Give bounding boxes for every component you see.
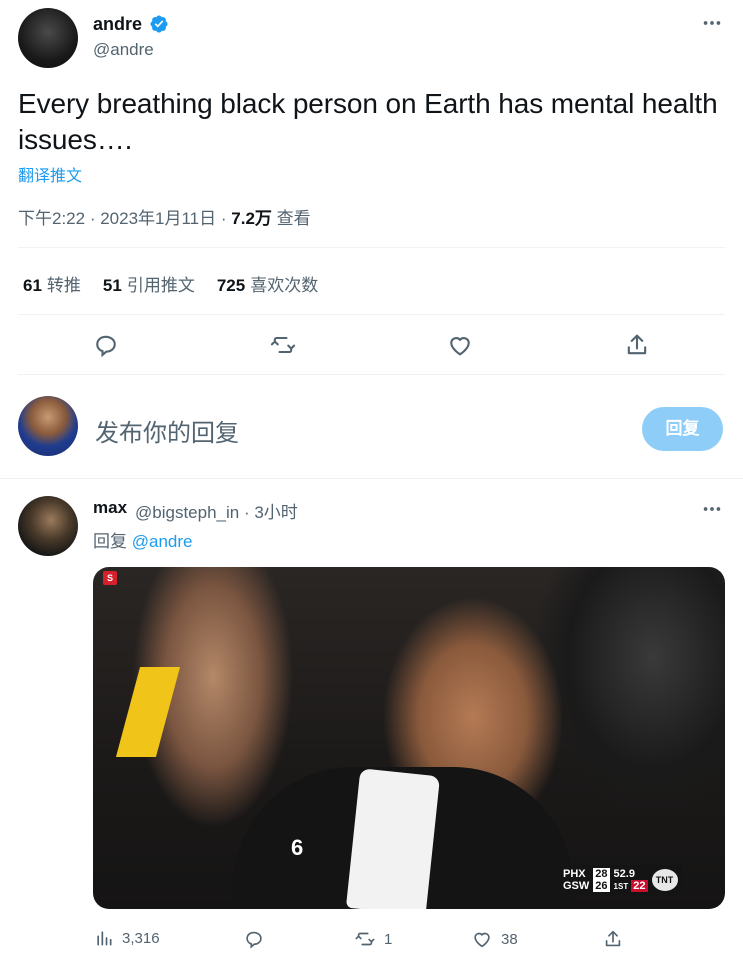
- author-handle[interactable]: @andre: [93, 40, 154, 60]
- reply-author-meta: @bigsteph_in · 3小时: [135, 503, 298, 522]
- tweet-meta: 下午2:22 · 2023年1月11日 · 7.2万 查看: [18, 209, 311, 228]
- share-action[interactable]: [602, 928, 624, 950]
- likes-stat[interactable]: 725 喜欢次数: [217, 271, 318, 296]
- image-detail: [345, 768, 441, 909]
- retweet-action[interactable]: 1: [354, 928, 392, 950]
- retweet-icon: [354, 928, 376, 950]
- channel-badge: S: [103, 571, 117, 585]
- views-action[interactable]: 3,316: [94, 928, 160, 948]
- author-display-name[interactable]: andre: [93, 14, 142, 35]
- tweet-time[interactable]: 下午2:22: [18, 209, 85, 228]
- reply-button[interactable]: 回复: [642, 407, 723, 451]
- more-options-icon[interactable]: [701, 498, 723, 520]
- divider: [18, 247, 725, 248]
- reply-author-avatar[interactable]: [18, 496, 78, 556]
- reply-icon[interactable]: [92, 331, 120, 359]
- verified-badge-icon: [149, 14, 169, 34]
- retweet-icon[interactable]: [269, 331, 297, 359]
- score2: 26: [595, 880, 608, 892]
- views-label: 查看: [276, 209, 311, 228]
- divider: [18, 374, 725, 375]
- reply-media-image[interactable]: 6 S PHX GSW 28 26 52.9 1ST 22 TNT: [93, 567, 725, 909]
- like-count: 38: [501, 930, 518, 948]
- reply-action[interactable]: [243, 928, 273, 950]
- like-action[interactable]: 38: [471, 928, 518, 950]
- image-detail: [115, 667, 181, 757]
- tweet-date[interactable]: 2023年1月11日: [100, 209, 216, 228]
- more-options-icon[interactable]: [701, 12, 723, 34]
- tweet-text: Every breathing black person on Earth ha…: [18, 88, 718, 155]
- reply-author-handle[interactable]: @bigsteph_in: [135, 503, 239, 522]
- author-avatar[interactable]: [18, 8, 78, 68]
- period: 1ST: [613, 881, 629, 891]
- replying-to: 回复 @andre: [93, 532, 193, 551]
- divider: [18, 314, 725, 315]
- current-user-avatar[interactable]: [18, 396, 78, 456]
- views-count: 7.2万: [231, 209, 272, 228]
- analytics-icon: [94, 928, 114, 948]
- share-icon: [602, 928, 624, 950]
- network-logo: TNT: [651, 869, 678, 891]
- jersey-number: 6: [291, 835, 304, 860]
- team1: PHX: [563, 868, 586, 880]
- game-clock: 52.9: [613, 867, 635, 880]
- mention-link[interactable]: @andre: [132, 532, 193, 551]
- reply-author-name[interactable]: max: [93, 498, 127, 518]
- team2: GSW: [563, 880, 590, 892]
- quote-tweets-stat[interactable]: 51 引用推文: [103, 271, 195, 296]
- heart-icon[interactable]: [446, 331, 474, 359]
- scoreboard: PHX GSW 28 26 52.9 1ST 22 TNT: [559, 865, 682, 895]
- reply-time[interactable]: 3小时: [254, 503, 297, 522]
- translate-link[interactable]: 翻译推文: [18, 162, 82, 186]
- engagement-stats: 61 转推 51 引用推文 725 喜欢次数: [23, 271, 318, 296]
- score1: 28: [595, 868, 608, 880]
- divider: [0, 478, 743, 479]
- reply-icon: [243, 928, 265, 950]
- heart-icon: [471, 928, 493, 950]
- retweets-stat[interactable]: 61 转推: [23, 271, 81, 296]
- views-count: 3,316: [122, 929, 160, 947]
- share-icon[interactable]: [623, 331, 651, 359]
- reply-input[interactable]: 发布你的回复: [95, 413, 239, 448]
- retweet-count: 1: [384, 930, 393, 948]
- shot-clock: 22: [631, 879, 648, 892]
